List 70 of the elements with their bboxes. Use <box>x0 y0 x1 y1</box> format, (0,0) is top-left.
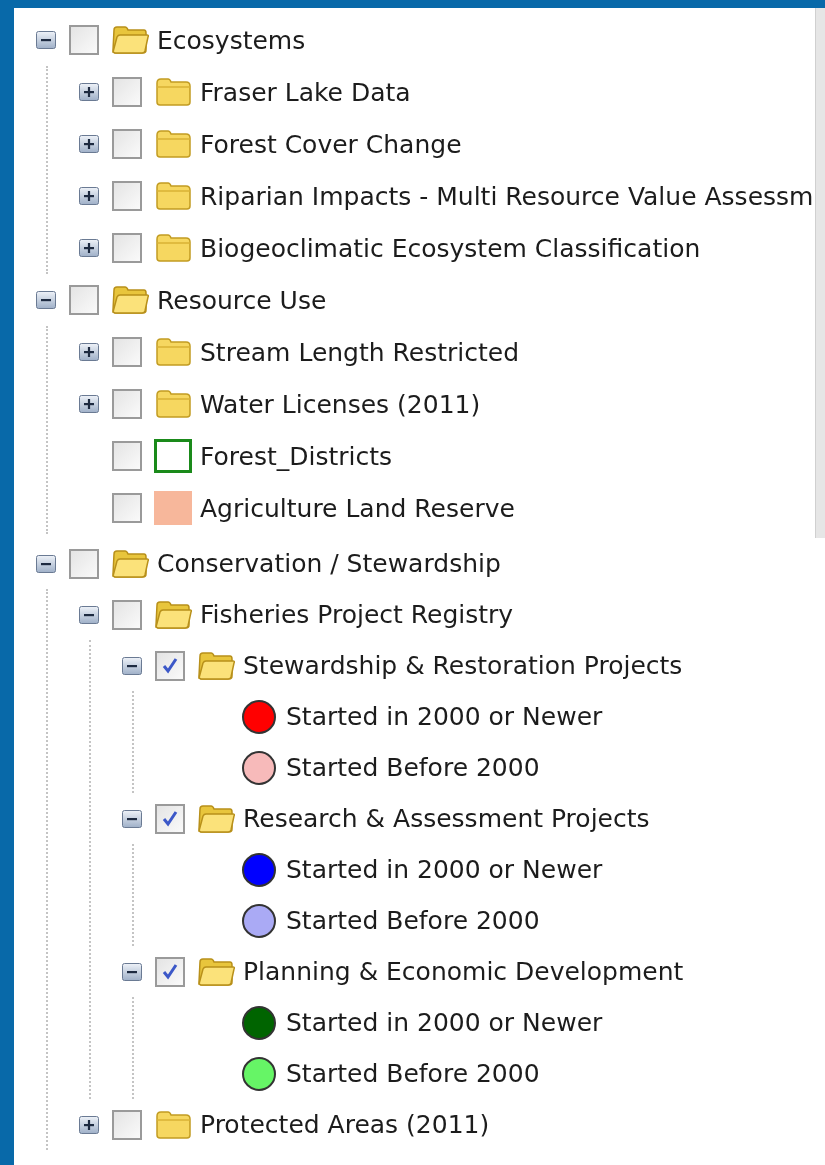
checkmark-icon <box>161 656 179 675</box>
checkbox[interactable] <box>112 441 142 471</box>
legend-label: Started Before 2000 <box>286 908 540 933</box>
open-folder-icon <box>111 286 149 314</box>
checkbox[interactable] <box>112 1109 142 1140</box>
collapse-icon[interactable] <box>122 656 142 675</box>
layer-label[interactable]: Forest_Districts <box>200 443 393 469</box>
legend-label: Started Before 2000 <box>286 755 540 780</box>
checkbox[interactable] <box>112 77 142 107</box>
expand-icon[interactable] <box>79 135 99 153</box>
collapse-icon[interactable] <box>122 962 142 981</box>
folder-label[interactable]: Resource Use <box>157 287 327 313</box>
folder-label[interactable]: Fisheries Project Registry <box>200 602 514 627</box>
checkbox[interactable] <box>112 181 142 211</box>
collapse-icon[interactable] <box>36 554 56 573</box>
open-folder-icon <box>197 804 235 833</box>
collapse-icon[interactable] <box>122 809 142 828</box>
collapse-icon[interactable] <box>36 291 56 309</box>
expand-icon[interactable] <box>79 1115 99 1134</box>
checkbox[interactable] <box>112 233 142 263</box>
checkbox[interactable] <box>112 389 142 419</box>
folder-icon <box>154 338 192 366</box>
folder-icon <box>154 182 192 210</box>
folder-icon <box>154 130 192 158</box>
folder-label[interactable]: Stewardship & Restoration Projects <box>243 653 683 678</box>
checkbox[interactable] <box>69 25 99 55</box>
folder-label[interactable]: Water Licenses (2011) <box>200 391 481 417</box>
legend-label: Started Before 2000 <box>286 1061 540 1086</box>
checkbox[interactable] <box>155 650 185 681</box>
folder-label[interactable]: Ecosystems <box>157 27 306 53</box>
checkbox[interactable] <box>112 129 142 159</box>
legend-label: Started in 2000 or Newer <box>286 857 603 882</box>
legend-label: Started in 2000 or Newer <box>286 1010 603 1035</box>
legend-label: Started in 2000 or Newer <box>286 704 603 729</box>
folder-label[interactable]: Forest Cover Change <box>200 131 462 157</box>
scrollbar[interactable] <box>815 8 825 538</box>
folder-label[interactable]: Stream Length Restricted <box>200 339 520 365</box>
collapse-icon[interactable] <box>79 605 99 624</box>
checkbox[interactable] <box>155 956 185 987</box>
expand-icon[interactable] <box>79 83 99 101</box>
folder-label[interactable]: Riparian Impacts - Multi Resource Value Assessm <box>200 183 814 209</box>
open-folder-icon <box>197 957 235 986</box>
checkbox[interactable] <box>155 803 185 834</box>
collapse-icon[interactable] <box>36 31 56 49</box>
expand-icon[interactable] <box>79 343 99 361</box>
open-folder-icon <box>111 26 149 54</box>
checkbox[interactable] <box>69 285 99 315</box>
expand-icon[interactable] <box>79 395 99 413</box>
folder-label[interactable]: Conservation / Stewardship <box>157 551 501 576</box>
folder-icon <box>154 390 192 418</box>
open-folder-icon <box>154 600 192 629</box>
checkmark-icon <box>161 962 179 981</box>
expand-icon[interactable] <box>79 239 99 257</box>
checkmark-icon <box>161 809 179 828</box>
checkbox[interactable] <box>69 548 99 579</box>
folder-label[interactable]: Protected Areas (2011) <box>200 1112 490 1137</box>
expand-icon[interactable] <box>79 187 99 205</box>
open-folder-icon <box>111 549 149 578</box>
checkbox[interactable] <box>112 599 142 630</box>
folder-icon <box>154 1110 192 1139</box>
folder-label[interactable]: Fraser Lake Data <box>200 79 411 105</box>
folder-label[interactable]: Research & Assessment Projects <box>243 806 650 831</box>
folder-label[interactable]: Biogeoclimatic Ecosystem Classification <box>200 235 701 261</box>
folder-icon <box>154 78 192 106</box>
open-folder-icon <box>197 651 235 680</box>
folder-icon <box>154 234 192 262</box>
layer-label[interactable]: Agriculture Land Reserve <box>200 495 515 521</box>
folder-label[interactable]: Planning & Economic Development <box>243 959 684 984</box>
checkbox[interactable] <box>112 493 142 523</box>
checkbox[interactable] <box>112 337 142 367</box>
